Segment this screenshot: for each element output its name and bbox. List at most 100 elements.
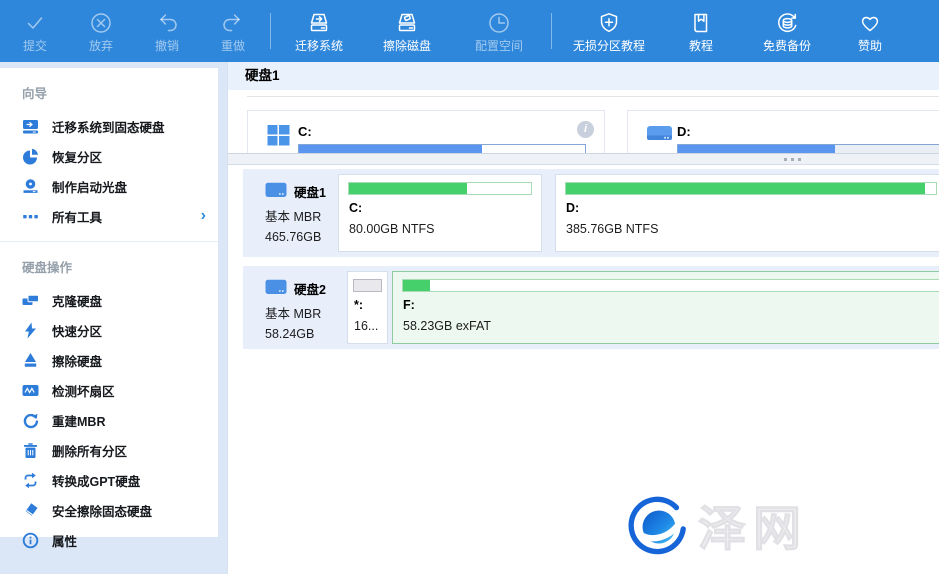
- check-icon: [22, 9, 48, 37]
- sidebar-item-label: 所有工具: [52, 207, 102, 226]
- partition-detail: 16...: [354, 319, 378, 333]
- migrate-system-button[interactable]: 迁移系统: [275, 0, 363, 62]
- sidebar-item-convert-to-gpt[interactable]: 转换成GPT硬盘: [0, 465, 218, 495]
- toolbar-separator: [551, 13, 552, 49]
- partition-detail: 58.23GB exFAT: [403, 319, 491, 333]
- tutorial-button[interactable]: 教程: [662, 0, 740, 62]
- toolbar-button-label: 赞助: [858, 39, 882, 53]
- heart-icon: [857, 9, 883, 37]
- partition-label: D:: [566, 201, 579, 215]
- splitter-handle[interactable]: [228, 153, 939, 165]
- watermark: 泽网: [628, 496, 808, 563]
- sidebar-item-check-bad-sectors[interactable]: 检测坏扇区: [0, 375, 218, 405]
- sponsor-button[interactable]: 赞助: [834, 0, 906, 62]
- sidebar-item-recover-partition[interactable]: 恢复分区: [0, 141, 218, 171]
- overview-usage-bar: [298, 144, 586, 153]
- chevron-right-icon: ›: [201, 208, 206, 224]
- partition-label: *:: [354, 298, 363, 312]
- disk-name: 硬盘1: [265, 182, 338, 201]
- sidebar-item-wipe-hard-drive[interactable]: 擦除硬盘: [0, 345, 218, 375]
- partition-usage-bar: [402, 279, 939, 292]
- partition-block-C[interactable]: C:80.00GB NTFS: [338, 174, 542, 252]
- disk-info-block[interactable]: 硬盘1基本 MBR465.76GB: [243, 169, 338, 257]
- disk-name-label: 硬盘2: [294, 279, 326, 298]
- watermark-logo-icon: [628, 496, 690, 563]
- partition-detail: 80.00GB NTFS: [349, 222, 434, 236]
- book-icon: [688, 9, 714, 37]
- info-circle-icon: [22, 532, 39, 549]
- watermark-text: 泽网: [698, 506, 808, 554]
- disk-size: 58.24GB: [265, 327, 338, 341]
- redo-button: 重做: [200, 0, 266, 62]
- sidebar-item-delete-all-partitions[interactable]: 删除所有分区: [0, 435, 218, 465]
- sidebar-item-all-tools[interactable]: 所有工具 ›: [0, 201, 218, 231]
- overview-drive-label: D:: [677, 124, 691, 139]
- toolbar-button-label: 撤销: [155, 39, 179, 53]
- partition-tutorial-button[interactable]: 无损分区教程: [556, 0, 662, 62]
- toolbar-button-label: 迁移系统: [295, 39, 343, 53]
- windows-icon: [266, 122, 291, 152]
- disk-overview: C: i D:: [228, 110, 939, 153]
- disk-row-1: 硬盘1基本 MBR465.76GBC:80.00GB NTFSD:385.76G…: [243, 169, 939, 257]
- tab-disk1[interactable]: 硬盘1: [228, 62, 297, 90]
- main-panel: 硬盘1 C: i D: 硬盘1基本 MBR465.76GBC:80.00GB NTF…: [228, 62, 939, 574]
- disk-icon: [265, 182, 287, 201]
- bad-sector-icon: [22, 382, 39, 399]
- toolbar-separator: [270, 13, 271, 49]
- sidebar-section: 硬盘操作克隆硬盘快速分区擦除硬盘检测坏扇区重建MBR删除所有分区转换成GPT硬盘…: [0, 241, 218, 555]
- divider: [247, 96, 939, 97]
- partition-block-star[interactable]: *: 16...: [347, 271, 388, 344]
- sidebar-item-make-bootable-media[interactable]: 制作启动光盘: [0, 171, 218, 201]
- app-window: 提交放弃撤销重做迁移系统擦除磁盘配置空间无损分区教程教程免费备份赞助 向导迁移系…: [0, 0, 939, 574]
- sidebar-item-properties[interactable]: 属性: [0, 525, 218, 555]
- disk-size: 465.76GB: [265, 230, 338, 244]
- partition-usage-bar: [565, 182, 937, 195]
- brush-icon: [22, 352, 39, 369]
- disk-name-label: 硬盘1: [294, 182, 326, 201]
- overview-usage-fill: [678, 145, 835, 153]
- info-icon[interactable]: i: [577, 121, 594, 138]
- overview-usage-bar: [677, 144, 939, 153]
- partition-block-D[interactable]: D:385.76GB NTFS: [555, 174, 939, 252]
- allocate-space-button: 配置空间: [451, 0, 547, 62]
- overview-card-c[interactable]: C: i: [247, 110, 605, 153]
- erase-disk-toolbar-icon: [394, 9, 420, 37]
- free-backup-button[interactable]: 免费备份: [740, 0, 834, 62]
- toolbar-button-label: 免费备份: [763, 39, 811, 53]
- partition-block-F[interactable]: F: 58.23GB exFAT: [392, 271, 939, 344]
- sidebar-item-label: 快速分区: [52, 321, 102, 340]
- toolbar-button-label: 无损分区教程: [573, 39, 645, 53]
- redo-icon: [220, 9, 246, 37]
- submit-button: 提交: [2, 0, 68, 62]
- clock-pie-icon: [486, 9, 512, 37]
- sidebar-item-rebuild-mbr[interactable]: 重建MBR: [0, 405, 218, 435]
- toolbar-button-label: 重做: [221, 39, 245, 53]
- overview-card-d[interactable]: D:: [627, 110, 939, 153]
- partition-usage-fill: [349, 183, 467, 194]
- sidebar-item-label: 属性: [52, 531, 77, 550]
- partition-usage-fill: [566, 183, 925, 194]
- overview-drive-label: C:: [298, 124, 312, 139]
- sidebar-item-clone-disk[interactable]: 克隆硬盘: [0, 285, 218, 315]
- rebuild-mbr-icon: [22, 412, 39, 429]
- sidebar-item-migrate-os-to-ssd[interactable]: 迁移系统到固态硬盘: [0, 111, 218, 141]
- bootable-media-icon: [22, 178, 39, 195]
- toolbar-button-label: 配置空间: [475, 39, 523, 53]
- partition-usage-fill: [354, 280, 381, 291]
- partition-label: F:: [403, 298, 415, 312]
- recover-partition-icon: [22, 148, 39, 165]
- sidebar-item-quick-partition[interactable]: 快速分区: [0, 315, 218, 345]
- disk-info-block[interactable]: 硬盘2基本 MBR58.24GB: [243, 266, 338, 349]
- toolbar-button-label: 擦除磁盘: [383, 39, 431, 53]
- tab-strip: 硬盘1: [228, 62, 939, 90]
- convert-arrows-icon: [22, 472, 39, 489]
- shield-plus-icon: [596, 9, 622, 37]
- lightning-icon: [22, 322, 39, 339]
- backup-cycle-icon: [774, 9, 800, 37]
- partition-usage-bar: [353, 279, 382, 292]
- partition-usage-fill: [403, 280, 430, 291]
- sidebar-item-label: 重建MBR: [52, 411, 105, 430]
- migrate-ssd-icon: [22, 118, 39, 135]
- wipe-disk-button[interactable]: 擦除磁盘: [363, 0, 451, 62]
- sidebar-item-secure-erase-ssd[interactable]: 安全擦除固态硬盘: [0, 495, 218, 525]
